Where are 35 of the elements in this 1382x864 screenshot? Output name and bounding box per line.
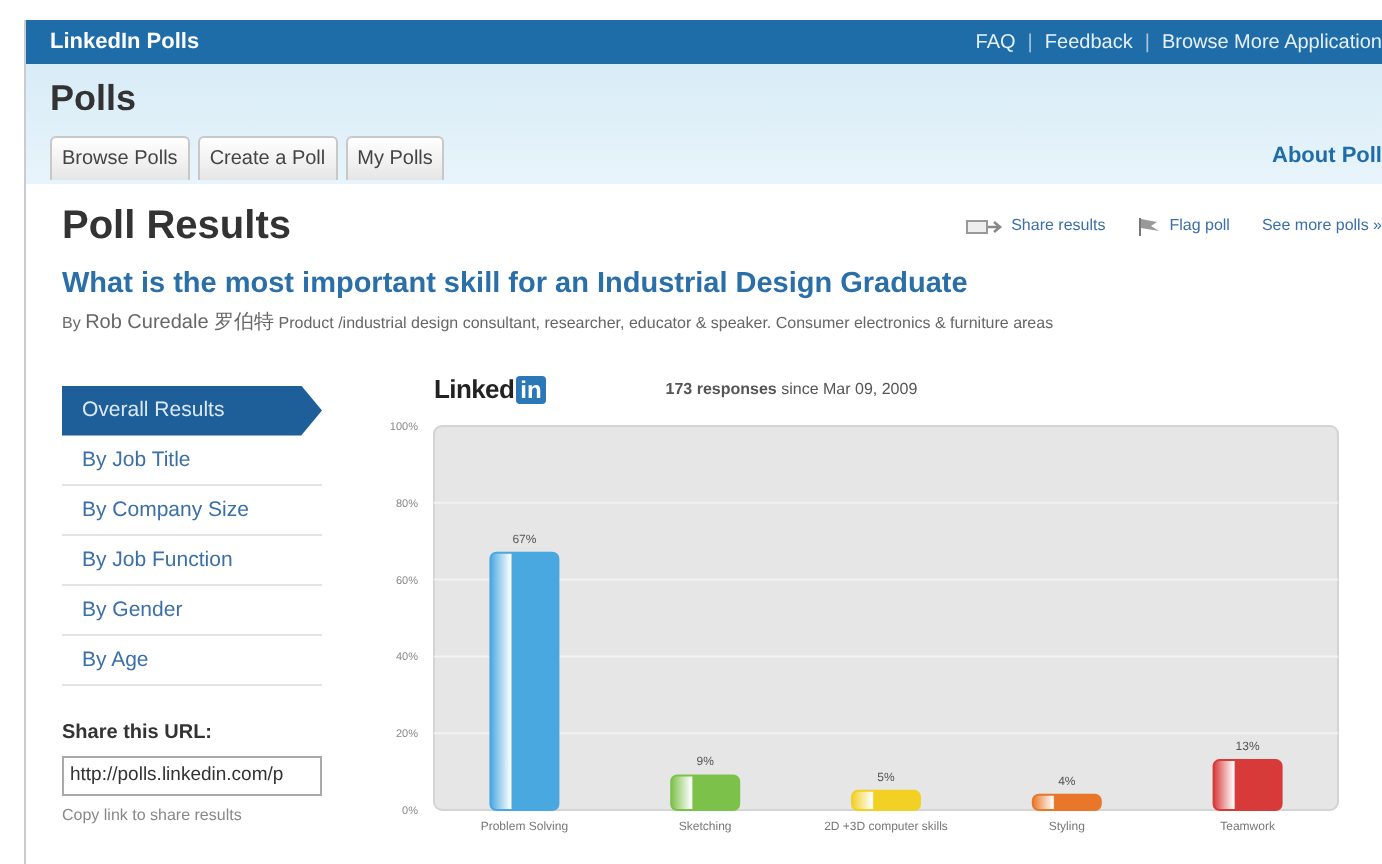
author-link[interactable]: Rob Curedale 罗伯特: [85, 311, 275, 334]
share-icon: [965, 217, 1004, 235]
linkedin-logo: Linked in: [434, 371, 546, 408]
poll-question[interactable]: What is the most important skill for an Industrial Design Graduate: [62, 264, 1382, 308]
byline: By Rob Curedale 罗伯特 Product /industrial design consultant, researcher, educator & speaker. Consumer electronics & furniture areas: [62, 309, 1056, 338]
bar: [851, 789, 921, 811]
tab[interactable]: Browse Polls: [50, 136, 190, 180]
sidebar-item[interactable]: By Job Title: [62, 435, 322, 486]
sidebar-item[interactable]: By Company Size: [62, 485, 322, 536]
tab[interactable]: Create a Poll: [197, 136, 338, 180]
tab[interactable]: My Polls: [345, 136, 445, 180]
sidebar-item[interactable]: Overall Results: [62, 385, 322, 436]
top-link[interactable]: Browse More Application: [1161, 27, 1382, 57]
share-link[interactable]: Share results: [1011, 214, 1106, 238]
separator: |: [1027, 29, 1033, 57]
app-title: LinkedIn Polls: [50, 27, 200, 58]
page-title: Poll Results: [62, 202, 291, 252]
more-polls-link[interactable]: See more polls »: [1261, 214, 1382, 238]
bar: [1212, 758, 1283, 811]
section-title: Polls: [50, 76, 139, 120]
bar: [670, 773, 741, 811]
sidebar-item[interactable]: By Gender: [62, 585, 322, 636]
url-field[interactable]: http://polls.linkedin.com/p: [62, 755, 322, 796]
flag-icon: [1137, 216, 1162, 236]
responses-summary: 173 responses since Mar 09, 2009: [665, 377, 918, 402]
sidebar-item[interactable]: By Job Function: [62, 535, 322, 586]
share-hint: Copy link to share results: [62, 804, 244, 828]
bar: [1031, 793, 1102, 811]
about-link[interactable]: About Poll: [1272, 140, 1382, 184]
separator: |: [1144, 29, 1150, 57]
top-link[interactable]: Feedback: [1044, 27, 1133, 57]
top-link[interactable]: FAQ: [975, 27, 1016, 57]
flag-link[interactable]: Flag poll: [1169, 214, 1230, 238]
sidebar-item[interactable]: By Age: [62, 635, 322, 686]
share-label: Share this URL:: [62, 719, 215, 748]
